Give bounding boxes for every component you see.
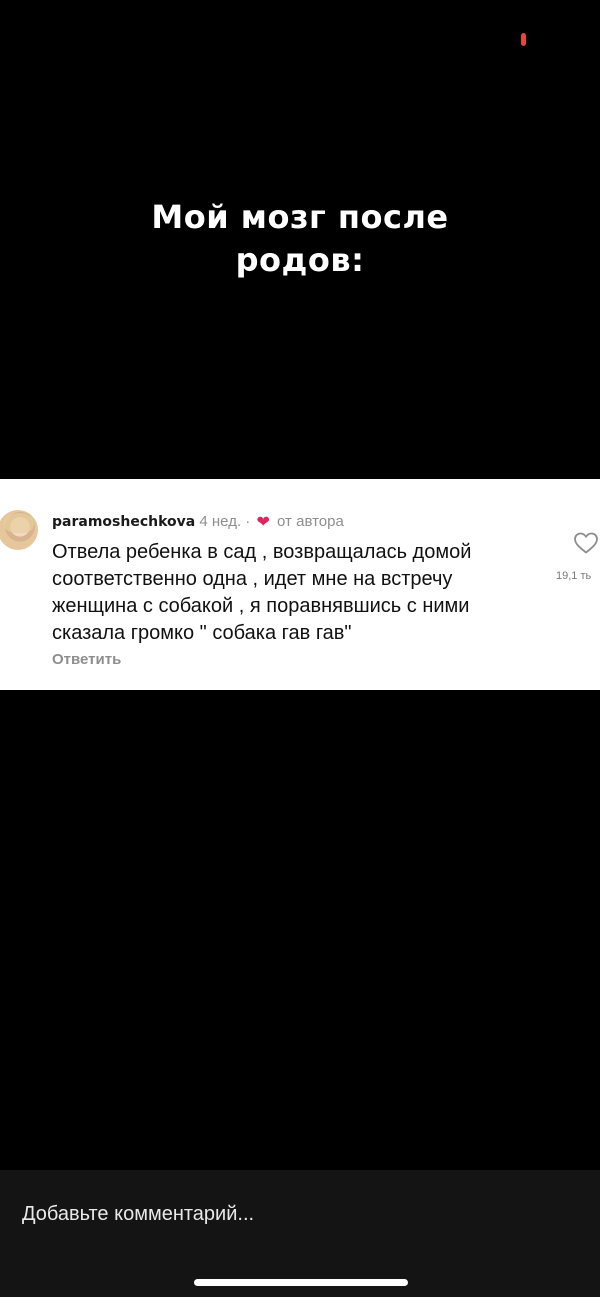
like-count: 19,1 ть — [556, 570, 592, 582]
story-progress-marker — [521, 33, 526, 46]
comment-username[interactable]: paramoshechkova — [52, 514, 195, 530]
user-avatar[interactable] — [0, 510, 38, 550]
comment-text: Отвела ребенка в сад , возвращалась домо… — [52, 539, 542, 647]
heart-outline-icon[interactable] — [573, 531, 599, 555]
overlay-line-2: родов: — [235, 241, 365, 279]
comment-composer: Добавьте комментарий... — [0, 1170, 600, 1297]
comment-text-line: соответственно одна , идет мне на встреч… — [52, 568, 453, 590]
heart-filled-icon: ❤ — [256, 514, 270, 531]
reply-button[interactable]: Ответить — [52, 651, 121, 668]
comment-text-line: сказала громко " собака гав гав" — [52, 622, 352, 644]
comment-text-line: Отвела ребенка в сад , возвращалась домо… — [52, 541, 472, 563]
meta-separator: · — [245, 513, 251, 530]
comment-text-line: женщина с собакой , я поравнявшись с ним… — [52, 595, 470, 617]
comment-input[interactable]: Добавьте комментарий... — [22, 1203, 254, 1226]
comment-card: paramoshechkova 4 нед. · ❤ от автора Отв… — [0, 479, 600, 690]
liked-by-author-label: от автора — [277, 513, 344, 530]
comment-time: 4 нед. — [199, 513, 242, 530]
home-indicator[interactable] — [194, 1279, 408, 1286]
overlay-line-1: Мой мозг после — [151, 198, 449, 236]
story-overlay-text: Мой мозг после родов: — [0, 196, 600, 282]
comment-meta: paramoshechkova 4 нед. · ❤ от автора — [52, 512, 344, 533]
